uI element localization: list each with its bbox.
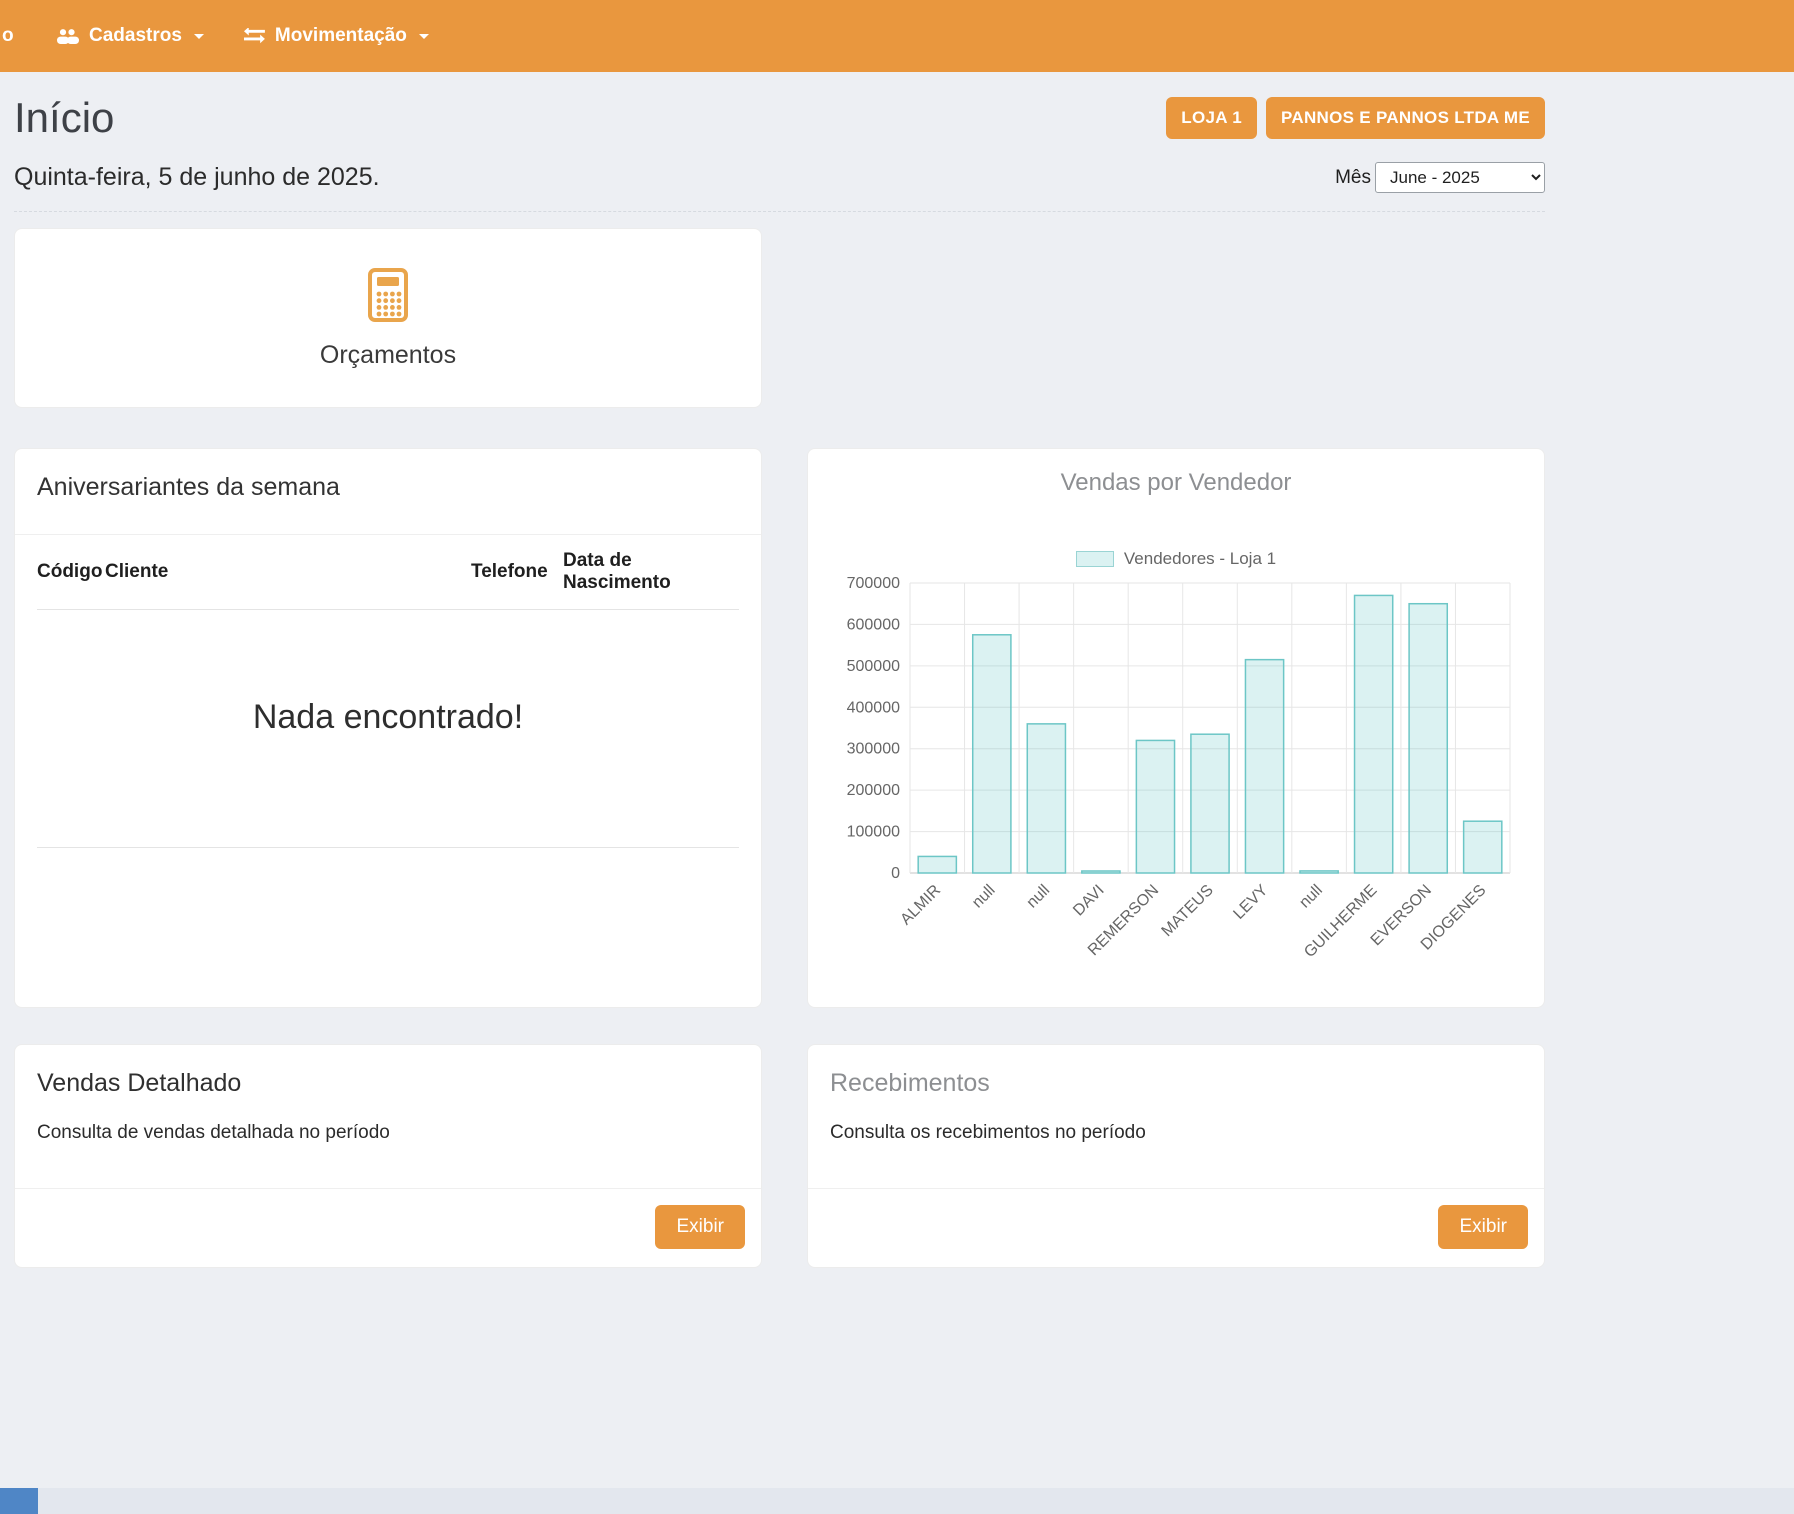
birthdays-title: Aniversariantes da semana [15,449,761,534]
column-header-nascimento: Data de Nascimento [563,535,739,610]
svg-text:300000: 300000 [847,741,900,758]
chevron-down-icon [194,34,204,39]
column-header-telefone: Telefone [471,535,563,610]
date-row: Quinta-feira, 5 de junho de 2025. Mês Ju… [14,162,1545,212]
exchange-icon [244,28,266,44]
svg-text:700000: 700000 [847,575,900,592]
svg-text:MATEUS: MATEUS [1159,882,1217,940]
page-header: Início LOJA 1 PANNOS E PANNOS LTDA ME [14,94,1545,142]
orcamentos-card[interactable]: Orçamentos [14,228,762,408]
page-title: Início [14,94,114,142]
sales-chart-card: Vendas por Vendedor Vendedores - Loja 1 … [807,448,1545,1008]
vendas-detalhado-title: Vendas Detalhado [37,1069,739,1098]
svg-text:100000: 100000 [847,824,900,841]
table-header-row: Código Cliente Telefone Data de Nascimen… [37,535,739,610]
svg-text:500000: 500000 [847,658,900,675]
svg-text:null: null [969,882,999,912]
nav-item-label: Movimentação [275,25,407,47]
nav-item-movimentacao[interactable]: Movimentação [244,25,429,47]
users-icon [56,28,80,45]
recebimentos-card: Recebimentos Consulta os recebimentos no… [807,1044,1545,1268]
orcamentos-label: Orçamentos [320,341,456,370]
column-header-cliente: Cliente [105,535,471,610]
month-picker: Mês June - 2025 [1335,162,1545,193]
month-select[interactable]: June - 2025 [1375,162,1545,193]
header-buttons: LOJA 1 PANNOS E PANNOS LTDA ME [1166,97,1545,139]
svg-text:200000: 200000 [847,782,900,799]
recebimentos-exibir-button[interactable]: Exibir [1438,1205,1528,1249]
month-label: Mês [1335,167,1371,189]
vendas-detalhado-description: Consulta de vendas detalhada no período [37,1122,739,1144]
loja-button[interactable]: LOJA 1 [1166,97,1257,139]
svg-text:DAVI: DAVI [1070,882,1108,920]
birthdays-table: Código Cliente Telefone Data de Nascimen… [37,535,739,848]
nav-item-cadastros[interactable]: Cadastros [56,25,204,47]
footer-accent-square [0,1488,38,1514]
recebimentos-description: Consulta os recebimentos no período [830,1122,1522,1144]
svg-text:600000: 600000 [847,616,900,633]
svg-text:null: null [1024,882,1054,912]
recebimentos-title: Recebimentos [830,1069,1522,1098]
empty-state-message: Nada encontrado! [37,610,739,848]
bottom-row: Vendas Detalhado Consulta de vendas deta… [14,1044,1545,1268]
svg-text:ALMIR: ALMIR [897,882,944,929]
chart-legend[interactable]: Vendedores - Loja 1 [808,549,1544,569]
vendas-detalhado-card: Vendas Detalhado Consulta de vendas deta… [14,1044,762,1268]
column-header-codigo: Código [37,535,105,610]
table-row: Nada encontrado! [37,610,739,848]
legend-swatch [1076,551,1114,567]
vendas-exibir-button[interactable]: Exibir [655,1205,745,1249]
chevron-down-icon [419,34,429,39]
svg-text:null: null [1296,882,1326,912]
svg-text:400000: 400000 [847,699,900,716]
navbar: o Cadastros Movimentação [0,0,1794,72]
nav-item-label: Cadastros [89,25,182,47]
svg-text:0: 0 [891,865,900,882]
vendas-chart: 0 100000 200000 300000 400000 500000 600000 700… [826,573,1526,973]
company-button[interactable]: PANNOS E PANNOS LTDA ME [1266,97,1545,139]
navbar-truncated-item[interactable]: o [2,25,16,47]
chart-title: Vendas por Vendedor [808,449,1544,497]
svg-text:LEVY: LEVY [1230,882,1271,923]
page-content: Início LOJA 1 PANNOS E PANNOS LTDA ME Qu… [14,72,1545,1268]
footer-bar [0,1488,1794,1514]
birthdays-card: Aniversariantes da semana Código Cliente… [14,448,762,1008]
middle-row: Aniversariantes da semana Código Cliente… [14,448,1545,1008]
current-date: Quinta-feira, 5 de junho de 2025. [14,163,380,192]
legend-label: Vendedores - Loja 1 [1124,549,1276,569]
calculator-icon [359,266,417,329]
